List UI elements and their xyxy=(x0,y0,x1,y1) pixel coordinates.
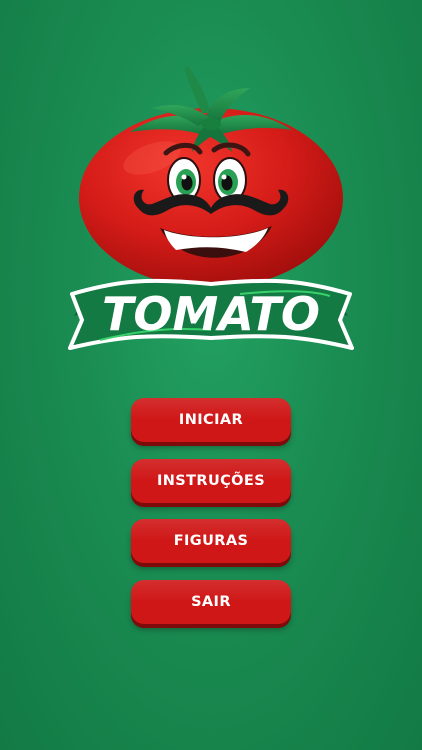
exit-button[interactable]: SAIR xyxy=(131,580,291,624)
tomato-logo: TOMATO xyxy=(68,66,354,350)
figures-button-label: FIGURAS xyxy=(173,533,249,549)
main-menu-screen: TOMATO INICIAR INSTRUÇÕES FIGURAS SAIR xyxy=(0,0,422,750)
exit-button-label: SAIR xyxy=(191,594,231,610)
start-button-label: INICIAR xyxy=(178,412,244,428)
figures-button[interactable]: FIGURAS xyxy=(131,519,291,563)
title-banner: TOMATO xyxy=(68,278,354,350)
app-title: TOMATO xyxy=(102,287,320,341)
instructions-button[interactable]: INSTRUÇÕES xyxy=(131,459,291,503)
start-button[interactable]: INICIAR xyxy=(131,398,291,442)
instructions-button-label: INSTRUÇÕES xyxy=(156,473,266,489)
